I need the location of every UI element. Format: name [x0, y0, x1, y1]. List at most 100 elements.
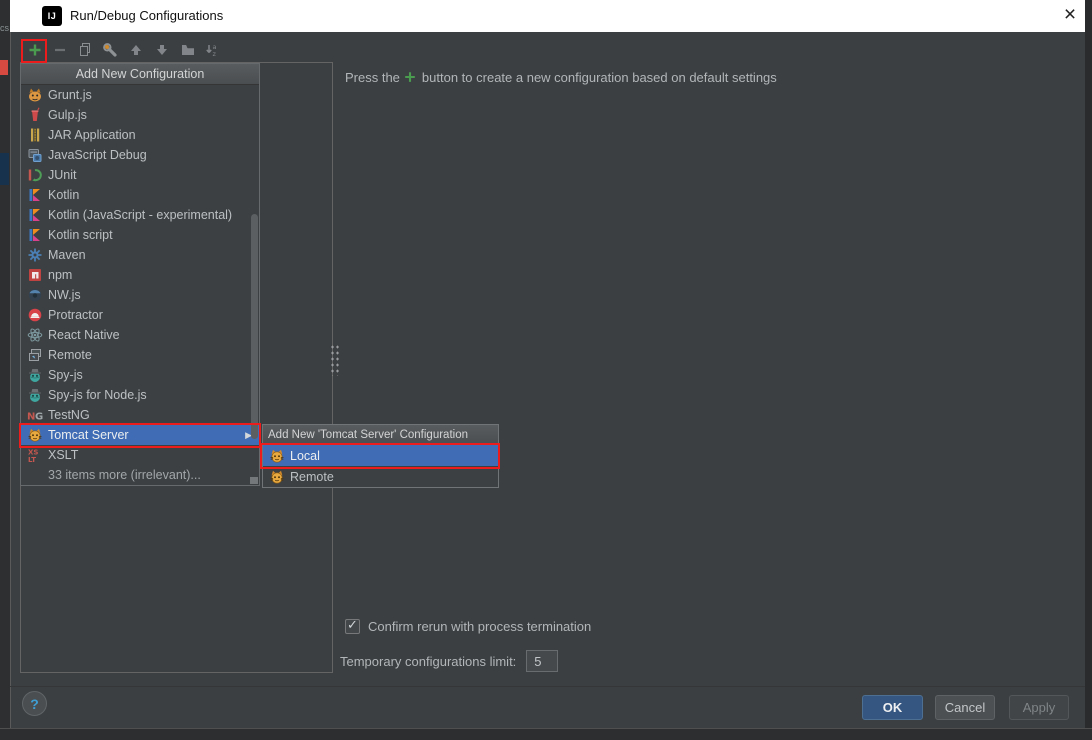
menu-item-label: Remote — [48, 348, 92, 362]
background-bottom-strip — [0, 728, 1092, 740]
submenu-item-local[interactable]: Local — [263, 445, 498, 466]
menu-item-label: npm — [48, 268, 73, 282]
menu-item-label: Spy-js — [48, 368, 83, 382]
add-button[interactable] — [25, 40, 45, 60]
menu-item-xslt[interactable]: XS LT XSLT — [21, 445, 259, 465]
menu-item-label: Kotlin script — [48, 228, 113, 242]
menu-item-remote[interactable]: Remote — [21, 345, 259, 365]
menu-item-label: React Native — [48, 328, 120, 342]
menu-item-jar-application[interactable]: JAR Application — [21, 125, 259, 145]
empty-state-hint: Press the button to create a new configu… — [345, 68, 777, 86]
nwjs-icon — [27, 287, 43, 303]
copy-button[interactable] — [75, 40, 95, 60]
remove-icon — [52, 42, 68, 58]
tomcat-icon — [27, 427, 43, 443]
menu-item-label: Gulp.js — [48, 108, 87, 122]
jar-icon — [27, 127, 43, 143]
tomcat-server-options-list: Local Remote — [263, 445, 498, 487]
plus-icon — [402, 69, 418, 85]
grunt-icon — [27, 87, 43, 103]
apply-button[interactable]: Apply — [1009, 695, 1069, 720]
junit-icon — [27, 167, 43, 183]
add-new-configuration-popup: Add New Configuration Grunt.js Gulp.js JAR… — [20, 63, 260, 486]
menu-item-tomcat-server[interactable]: Tomcat Server ▶ — [21, 425, 259, 445]
gulp-icon — [27, 107, 43, 123]
popup-header: Add New Configuration — [21, 64, 259, 85]
menu-item-label: JavaScript Debug — [48, 148, 147, 162]
spy-icon — [27, 367, 43, 383]
react-icon — [27, 327, 43, 343]
submenu-item-remote[interactable]: Remote — [263, 466, 498, 487]
sort-alphabetically-button[interactable]: az — [202, 40, 222, 60]
menu-item-gulp-js[interactable]: Gulp.js — [21, 105, 259, 125]
npm-icon — [27, 267, 43, 283]
menu-item-kotlin-script[interactable]: Kotlin script — [21, 225, 259, 245]
menu-item-nw-js[interactable]: NW.js — [21, 285, 259, 305]
hint-suffix: button to create a new configuration bas… — [421, 69, 777, 85]
intellij-logo-icon: IJ — [42, 6, 62, 26]
menu-item-spy-js[interactable]: Spy-js — [21, 365, 259, 385]
menu-item-label: Maven — [48, 248, 86, 262]
menu-item-junit[interactable]: JUnit — [21, 165, 259, 185]
confirm-rerun-checkbox[interactable]: ✓ — [345, 617, 360, 634]
menu-item-maven[interactable]: Maven — [21, 245, 259, 265]
submenu-item-label: Local — [290, 448, 320, 463]
copy-icon — [77, 42, 93, 58]
submenu-item-label: Remote — [290, 469, 334, 484]
screenshot-root: cs IJ Run/Debug Configurations × az Add … — [0, 0, 1092, 740]
move-up-button[interactable] — [126, 40, 146, 60]
settings-icon — [102, 42, 118, 58]
folder-icon — [180, 42, 196, 58]
menu-item-label: Grunt.js — [48, 88, 92, 102]
menu-item-testng[interactable]: N G TestNG — [21, 405, 259, 425]
menu-item-grunt-js[interactable]: Grunt.js — [21, 85, 259, 105]
svg-text:LT: LT — [28, 456, 36, 463]
create-folder-button[interactable] — [178, 40, 198, 60]
menu-item-react-native[interactable]: React Native — [21, 325, 259, 345]
close-icon[interactable]: × — [1055, 0, 1085, 32]
background-red-fragment — [0, 60, 8, 75]
background-window-strip — [0, 0, 10, 740]
submenu-header: Add New 'Tomcat Server' Configuration — [263, 425, 498, 445]
menu-item-label: Tomcat Server — [48, 428, 129, 442]
menu-item-npm[interactable]: npm — [21, 265, 259, 285]
menu-item-label: 33 items more (irrelevant)... — [48, 468, 201, 482]
menu-item-kotlin-javascript-experimental[interactable]: Kotlin (JavaScript - experimental) — [21, 205, 259, 225]
menu-item-label: NW.js — [48, 288, 81, 302]
menu-item-33-items-more-irrelevant[interactable]: 33 items more (irrelevant)... — [21, 465, 259, 485]
kotlin-icon — [27, 227, 43, 243]
footer-divider — [10, 686, 1085, 687]
protractor-icon — [27, 307, 43, 323]
cancel-button[interactable]: Cancel — [935, 695, 995, 720]
splitter-drag-handle[interactable] — [330, 344, 339, 376]
menu-item-label: JAR Application — [48, 128, 136, 142]
maven-icon — [27, 247, 43, 263]
tomcat-icon — [269, 469, 285, 485]
menu-item-label: TestNG — [48, 408, 90, 422]
menu-item-label: Kotlin (JavaScript - experimental) — [48, 208, 233, 222]
tomcat-server-submenu: Add New 'Tomcat Server' Configuration Lo… — [262, 424, 499, 488]
background-text: cs — [0, 23, 9, 33]
edit-defaults-button[interactable] — [100, 40, 120, 60]
svg-text:G: G — [35, 412, 43, 423]
sort-icon: az — [204, 42, 220, 58]
menu-item-label: Protractor — [48, 308, 103, 322]
temporary-limit-row: Temporary configurations limit: — [340, 650, 559, 672]
background-selection-fragment — [0, 153, 9, 185]
move-down-button[interactable] — [152, 40, 172, 60]
menu-item-kotlin[interactable]: Kotlin — [21, 185, 259, 205]
jsdebug-icon — [27, 147, 43, 163]
temporary-limit-input[interactable] — [526, 650, 559, 672]
popup-resize-grip[interactable] — [250, 477, 258, 484]
popup-scrollbar-thumb[interactable] — [251, 214, 258, 439]
menu-item-spy-js-for-node-js[interactable]: Spy-js for Node.js — [21, 385, 259, 405]
ok-button[interactable]: OK — [862, 695, 923, 720]
menu-item-protractor[interactable]: Protractor — [21, 305, 259, 325]
remove-button[interactable] — [50, 40, 70, 60]
spy-icon — [27, 387, 43, 403]
move-down-icon — [154, 42, 170, 58]
menu-item-javascript-debug[interactable]: JavaScript Debug — [21, 145, 259, 165]
menu-item-label: Spy-js for Node.js — [48, 388, 147, 402]
menu-item-label: JUnit — [48, 168, 77, 182]
help-button[interactable]: ? — [22, 691, 47, 716]
